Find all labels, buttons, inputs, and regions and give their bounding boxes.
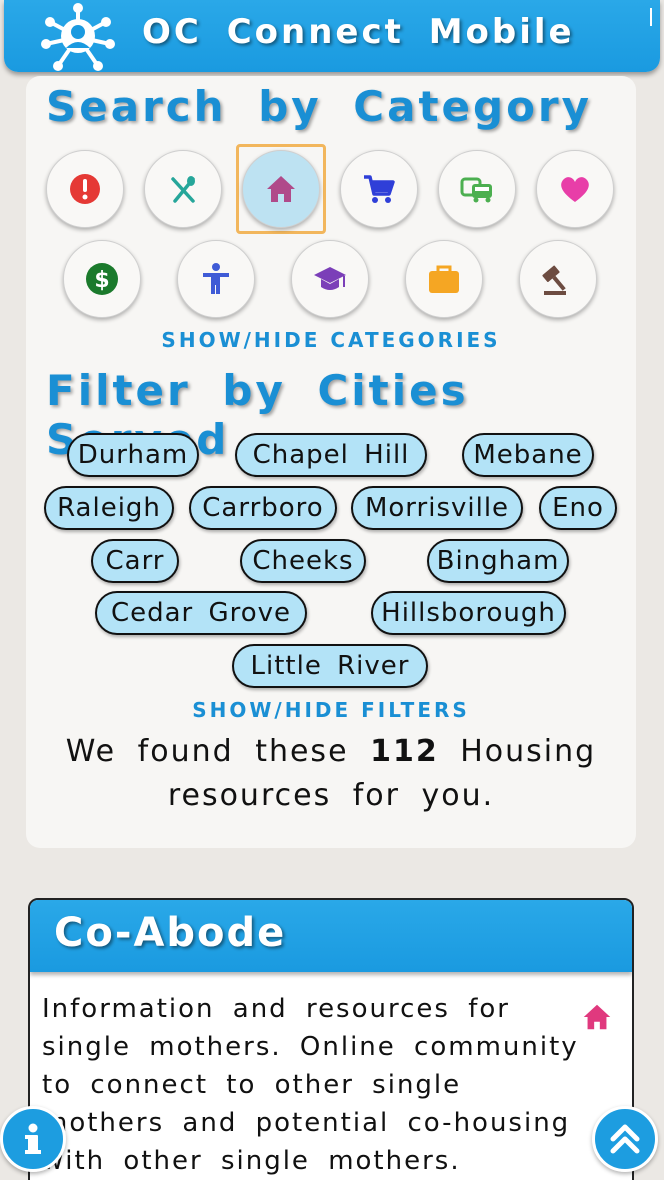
resource-description: Information and resources for single mot… <box>42 994 579 1176</box>
info-icon <box>25 1123 41 1154</box>
search-by-category-heading: Search by Category <box>46 82 593 131</box>
results-category: Housing <box>460 734 597 769</box>
resource-card[interactable]: Co-Abode Information and resources for s… <box>28 898 634 1180</box>
city-chip-durham[interactable]: Durham <box>67 433 199 477</box>
alert-icon <box>70 174 100 204</box>
category-transportation-button[interactable] <box>438 150 516 228</box>
scrollbar[interactable] <box>650 8 652 26</box>
city-chip-cedar-grove[interactable]: Cedar Grove <box>95 591 307 635</box>
show-hide-categories-link[interactable]: SHOW/HIDE CATEGORIES <box>26 328 636 352</box>
category-health-button[interactable] <box>536 150 614 228</box>
info-button[interactable] <box>0 1106 66 1172</box>
city-chip-eno[interactable]: Eno <box>539 486 617 530</box>
city-chip-morrisville[interactable]: Morrisville <box>351 486 523 530</box>
city-chip-chapel-hill[interactable]: Chapel Hill <box>235 433 427 477</box>
cart-icon <box>364 175 395 203</box>
city-chip-carr[interactable]: Carr <box>91 539 179 583</box>
svg-text:$: $ <box>94 268 109 293</box>
city-chip-raleigh[interactable]: Raleigh <box>44 486 174 530</box>
app-header: OC Connect Mobile <box>4 0 660 72</box>
city-chip-hillsborough[interactable]: Hillsborough <box>371 591 566 635</box>
city-chip-cheeks[interactable]: Cheeks <box>240 539 366 583</box>
city-chip-carrboro[interactable]: Carrboro <box>189 486 337 530</box>
category-disability-button[interactable] <box>177 240 255 318</box>
resource-title[interactable]: Co-Abode <box>54 910 286 956</box>
city-chip-little-river[interactable]: Little River <box>232 644 428 688</box>
category-education-button[interactable] <box>291 240 369 318</box>
graduation-cap-icon <box>314 267 346 290</box>
home-icon <box>267 176 295 202</box>
results-suffix: resources for you. <box>167 778 495 813</box>
search-panel: Search by Category $ SHOW/HIDE CATEGORIE… <box>26 76 636 848</box>
accessibility-icon <box>203 263 229 294</box>
gavel-icon <box>542 265 566 295</box>
category-emergency-button[interactable] <box>46 150 124 228</box>
city-chip-bingham[interactable]: Bingham <box>427 539 569 583</box>
heart-icon <box>561 177 589 202</box>
category-employment-button[interactable] <box>405 240 483 318</box>
category-food-button[interactable] <box>144 150 222 228</box>
resource-card-header: Co-Abode <box>30 900 632 972</box>
show-hide-filters-link[interactable]: SHOW/HIDE FILTERS <box>26 698 636 722</box>
category-financial-button[interactable]: $ <box>63 240 141 318</box>
scroll-to-top-button[interactable] <box>592 1106 658 1172</box>
bus-icon <box>460 177 492 203</box>
briefcase-icon <box>429 265 459 293</box>
results-count: 112 <box>370 734 439 769</box>
logo-icon <box>41 3 115 71</box>
app-title: OC Connect Mobile <box>142 12 575 52</box>
category-shopping-button[interactable] <box>340 150 418 228</box>
utensils-icon <box>171 176 195 203</box>
results-prefix: We found these <box>65 734 349 769</box>
category-legal-button[interactable] <box>519 240 597 318</box>
dollar-icon: $ <box>86 263 118 295</box>
city-chip-mebane[interactable]: Mebane <box>462 433 594 477</box>
category-housing-button[interactable] <box>242 150 320 228</box>
results-summary: We found these 112 Housing resources for… <box>26 730 636 818</box>
double-chevron-up-icon <box>610 1124 640 1154</box>
home-icon <box>583 1004 611 1030</box>
